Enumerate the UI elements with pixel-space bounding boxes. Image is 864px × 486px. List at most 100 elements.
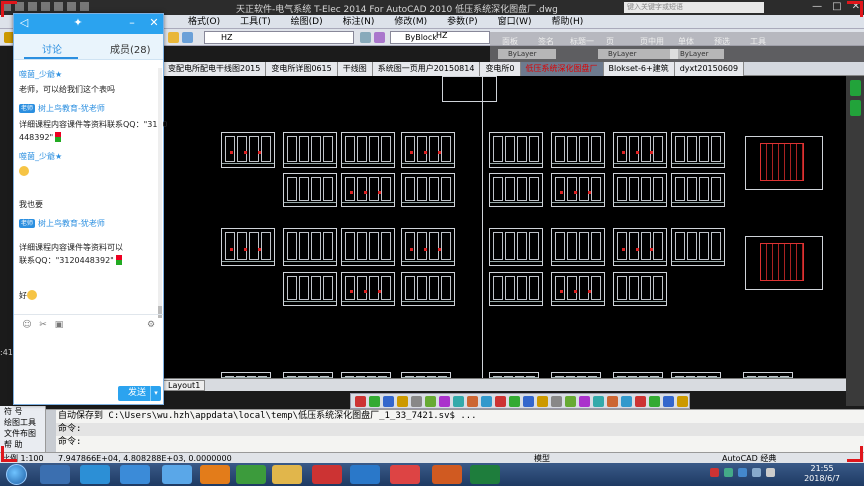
tz-menu-item[interactable]: 帮 助 (0, 439, 45, 450)
close-icon[interactable]: ✕ (148, 17, 160, 29)
powerpoint-icon[interactable] (432, 465, 462, 484)
qq-icon[interactable] (162, 465, 192, 484)
draw-tool-icon[interactable] (523, 396, 534, 407)
tray-icon[interactable] (752, 468, 761, 477)
text-style-select[interactable]: HZ (436, 31, 448, 40)
draw-tool-icon[interactable] (425, 396, 436, 407)
menu-window[interactable]: 窗口(W) (488, 15, 542, 28)
ribbon-tab[interactable]: 预选 (714, 36, 730, 47)
draw-tool-icon[interactable] (369, 396, 380, 407)
app-icon[interactable] (390, 465, 420, 484)
autocad-icon[interactable] (312, 465, 342, 484)
menu-help[interactable]: 帮助(H) (542, 15, 594, 28)
menu-dimension[interactable]: 标注(N) (333, 15, 385, 28)
menu-draw[interactable]: 绘图(D) (281, 15, 333, 28)
doc-tab[interactable]: 干线图 (337, 62, 373, 76)
draw-tool-icon[interactable] (551, 396, 562, 407)
chat-menu-icon[interactable]: ◁ (18, 17, 30, 29)
draw-tool-icon[interactable] (579, 396, 590, 407)
lineweight-select[interactable]: ByLayer (598, 49, 678, 59)
tz-menu-item[interactable]: 绘图工具 (0, 417, 45, 428)
close-button[interactable]: ✕ (852, 1, 860, 12)
scissors-icon[interactable]: ✂ (38, 320, 48, 330)
chat-nickname[interactable]: 老师 树上鸟教育-犹老师 (19, 217, 105, 230)
nav-zoom-icon[interactable] (850, 100, 861, 116)
draw-tool-icon[interactable] (635, 396, 646, 407)
ie-icon[interactable] (120, 465, 150, 484)
chat-nickname[interactable]: 噬菌_少爺★ (19, 150, 62, 163)
chat-scrollbar[interactable] (158, 68, 162, 318)
draw-tool-icon[interactable] (593, 396, 604, 407)
send-options-icon[interactable]: ▾ (150, 386, 161, 401)
minimize-button[interactable]: — (812, 1, 822, 12)
menu-parameters[interactable]: 参数(P) (437, 15, 487, 28)
ribbon-tab[interactable]: 单体 (678, 36, 694, 47)
draw-tool-icon[interactable] (621, 396, 632, 407)
draw-tool-icon[interactable] (397, 396, 408, 407)
draw-tool-icon[interactable] (453, 396, 464, 407)
draw-tool-icon[interactable] (565, 396, 576, 407)
match-layer-icon[interactable] (360, 32, 371, 43)
ribbon-tab[interactable]: 工具 (750, 36, 766, 47)
pin-icon[interactable]: ✦ (72, 17, 84, 29)
draw-tool-icon[interactable] (481, 396, 492, 407)
plotstyle-select[interactable]: ByLayer (670, 49, 724, 59)
clock[interactable]: 21:55 2018/6/7 (804, 464, 840, 484)
ribbon-tab[interactable]: 页中用 (640, 36, 664, 47)
media-icon[interactable] (236, 465, 266, 484)
draw-tool-icon[interactable] (411, 396, 422, 407)
send-button[interactable]: 发送 ▾ (118, 386, 161, 401)
linetype-select[interactable]: ByLayer (498, 49, 556, 59)
ribbon-tab[interactable]: 标题一 (570, 36, 594, 47)
draw-tool-icon[interactable] (439, 396, 450, 407)
ribbon-tab[interactable]: 面板 (502, 36, 518, 47)
tz-menu-item[interactable]: 符 号 (0, 406, 45, 417)
ribbon-tab[interactable]: 页 (606, 36, 614, 47)
menu-modify[interactable]: 修改(M) (384, 15, 437, 28)
draw-tool-icon[interactable] (607, 396, 618, 407)
draw-tool-icon[interactable] (677, 396, 688, 407)
command-input[interactable]: 命令: (46, 436, 864, 449)
draw-tool-icon[interactable] (663, 396, 674, 407)
draw-tool-icon[interactable] (467, 396, 478, 407)
layer-properties-icon[interactable] (168, 32, 179, 43)
emoji-icon[interactable]: ☺ (22, 320, 32, 330)
doc-tab[interactable]: 变配电所配电干线图2015 (163, 62, 267, 76)
draw-tool-icon[interactable] (649, 396, 660, 407)
excel-icon[interactable] (470, 465, 500, 484)
draw-tool-icon[interactable] (383, 396, 394, 407)
tab-discussion[interactable]: 讨论 (42, 41, 62, 56)
doc-tab[interactable]: dyxt20150609 (674, 62, 745, 76)
menu-format[interactable]: 格式(O) (178, 15, 230, 28)
command-window[interactable]: 自动保存到 C:\Users\wu.hzh\appdata\local\temp… (46, 409, 864, 453)
doc-tab[interactable]: 变电所0 (480, 62, 521, 76)
media-player-icon[interactable] (200, 465, 230, 484)
settings-icon[interactable]: ⚙ (146, 320, 156, 330)
drawing-canvas[interactable] (163, 76, 846, 378)
ribbon-tab[interactable]: 签名 (538, 36, 554, 47)
nav-pan-icon[interactable] (850, 80, 861, 96)
maximize-button[interactable]: □ (832, 1, 841, 12)
doc-tab[interactable]: Blokset-6+建筑 (603, 62, 675, 76)
draw-tool-icon[interactable] (537, 396, 548, 407)
doc-tab[interactable]: 系统图一页用户20150814 (372, 62, 481, 76)
layer-select[interactable]: HZ (204, 31, 354, 44)
tab-members[interactable]: 成员(28) (110, 41, 151, 56)
command-grip[interactable] (46, 410, 56, 453)
draw-tool-icon[interactable] (355, 396, 366, 407)
layer-previous-icon[interactable] (374, 32, 385, 43)
quick-access-toolbar[interactable] (2, 2, 89, 11)
menu-tools[interactable]: 工具(T) (230, 15, 281, 28)
chat-nickname[interactable]: 噬菌_少爺★ (19, 68, 62, 81)
tz-menu-item[interactable]: 文件布图 (0, 428, 45, 439)
tray-icon[interactable] (710, 468, 719, 477)
start-button[interactable] (6, 464, 27, 485)
tray-icon[interactable] (738, 468, 747, 477)
app-icon[interactable] (40, 465, 70, 484)
volume-icon[interactable] (766, 468, 775, 477)
ie-icon[interactable] (80, 465, 110, 484)
draw-tool-icon[interactable] (495, 396, 506, 407)
minimize-icon[interactable]: – (126, 17, 138, 29)
doc-tab-active[interactable]: 低压系统深化图盘厂 (520, 62, 604, 76)
search-input[interactable]: 键入关键字或短语 (624, 2, 764, 13)
